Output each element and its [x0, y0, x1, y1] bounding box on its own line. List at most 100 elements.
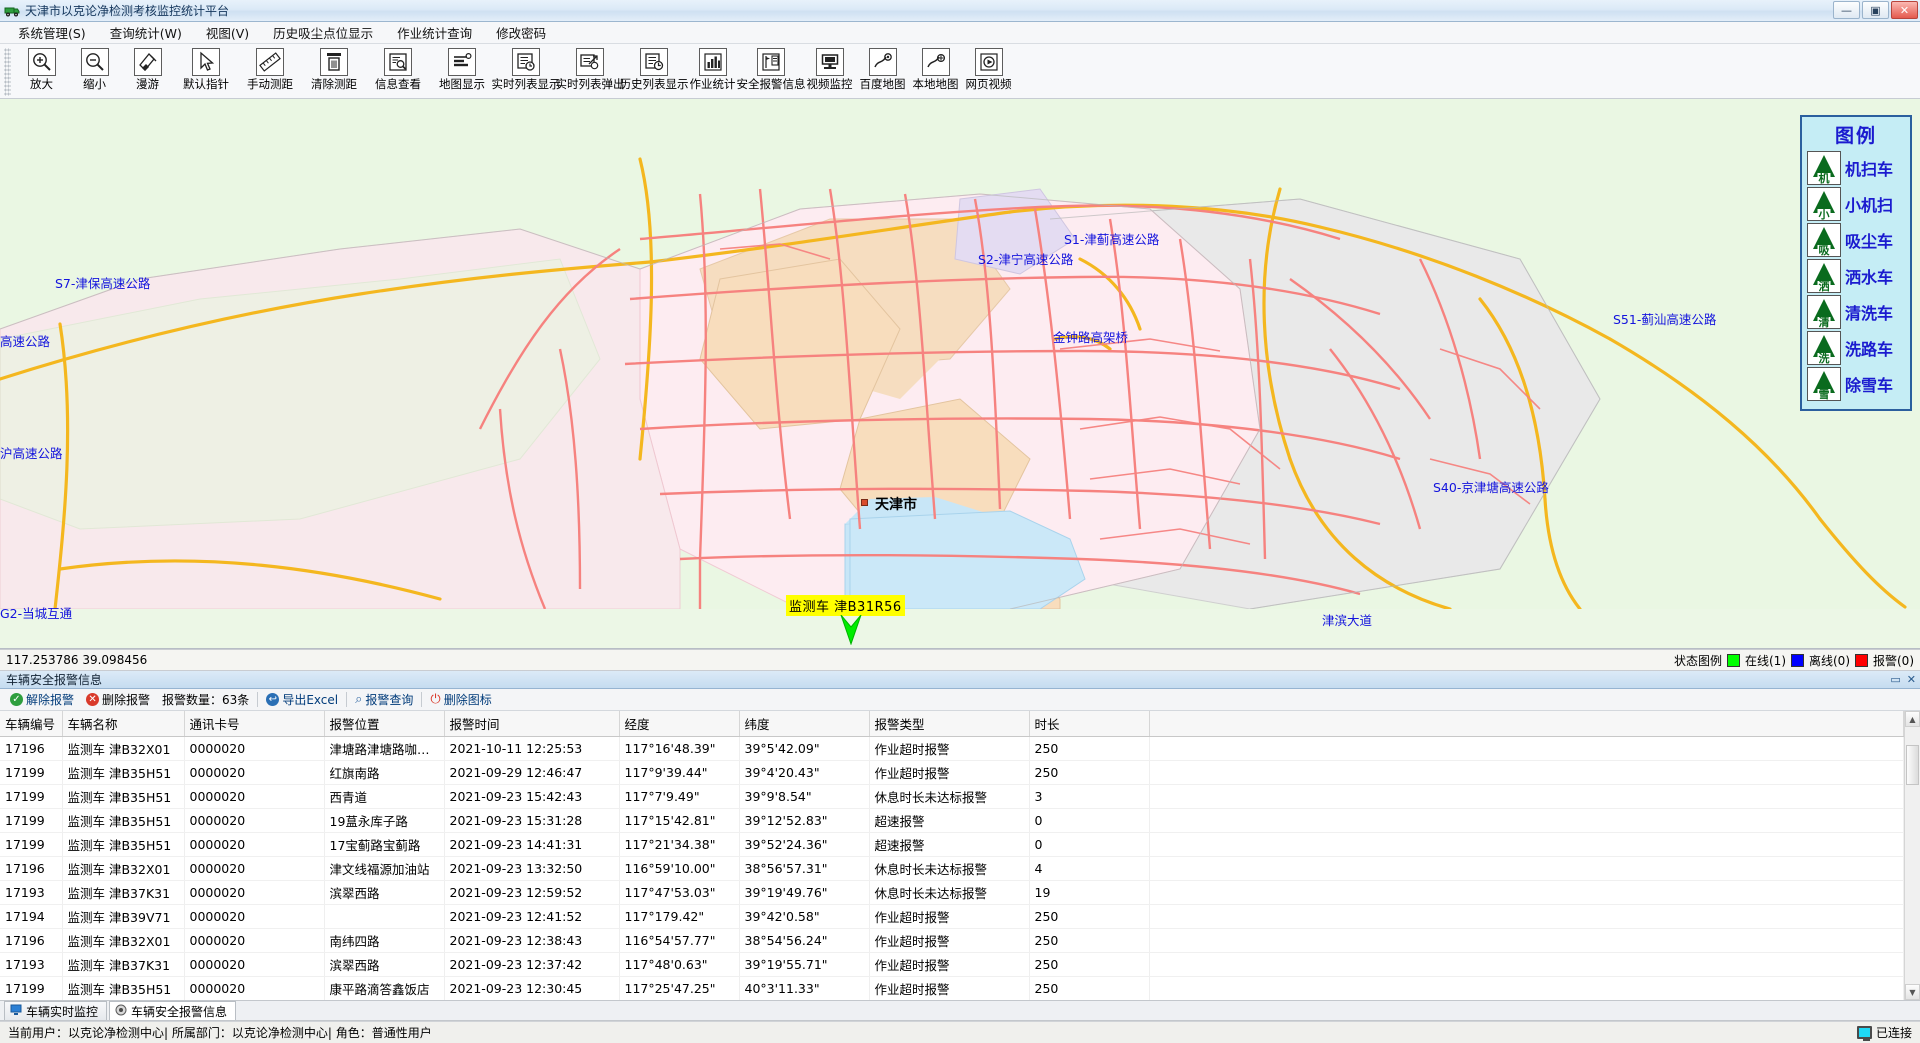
table-row[interactable]: 17196 监测车 津B32X01 0000020 津塘路津塘路咖啡... 2021-1…: [0, 736, 1904, 761]
table-row[interactable]: 17199 监测车 津B35H51 0000020 西青道 2021-09-23 15:…: [0, 784, 1904, 809]
table-row[interactable]: 17199 监测车 津B35H51 0000020 19蒀永库子路 2021-09-23…: [0, 808, 1904, 833]
scroll-thumb[interactable]: [1906, 745, 1919, 785]
table-row[interactable]: 17199 监测车 津B35H51 0000020 康平路滴答鑫饭店 2021-09-2…: [0, 976, 1904, 1000]
connection-status: 已连接: [1856, 1024, 1912, 1041]
col-longitude[interactable]: 经度: [619, 711, 740, 737]
alarm-table-scroll[interactable]: 车辆编号 车辆名称 通讯卡号 报警位置 报警时间 经度 纬度 报警类型 时长 1…: [0, 711, 1904, 1000]
table-row[interactable]: 17196 监测车 津B32X01 0000020 津文线福源加油站 2021-09-2…: [0, 856, 1904, 881]
toolbar-separator: [421, 692, 423, 707]
col-latitude[interactable]: 纬度: [739, 711, 870, 737]
table-row[interactable]: 17199 监测车 津B35H51 0000020 红旗南路 2021-09-29 12…: [0, 760, 1904, 785]
col-extra[interactable]: [1149, 711, 1904, 737]
table-cell-报警类型: 超速报警: [869, 808, 1030, 833]
scroll-down-button[interactable]: ▼: [1905, 984, 1920, 1000]
toolbar-separator: [257, 692, 259, 707]
scroll-up-button[interactable]: ▲: [1905, 711, 1920, 727]
toolbar-zoom-in[interactable]: 放大: [15, 46, 68, 98]
toolbar-zoom-out[interactable]: 缩小: [68, 46, 121, 98]
tab-label: 车辆实时监控: [26, 1004, 99, 1019]
table-cell-extra: [1149, 952, 1904, 977]
delete-alarm-button[interactable]: ✕ 删除报警: [80, 691, 156, 708]
col-alarm-time[interactable]: 报警时间: [444, 711, 620, 737]
table-cell-经度: 117°15'42.81": [619, 808, 740, 833]
legend-item-chuxueche[interactable]: 雪 除雪车: [1807, 367, 1905, 401]
toolbar-clear-measure[interactable]: 清除测距: [302, 46, 366, 98]
table-cell-报警位置: 津塘路津塘路咖啡...: [324, 736, 445, 761]
web-video-icon: [974, 48, 1003, 76]
monitor-tab-icon: [10, 1004, 22, 1019]
table-cell-报警类型: 作业超时报警: [869, 760, 1030, 785]
maximize-button[interactable]: ▣: [1862, 1, 1889, 19]
table-cell-报警位置: 滨翠西路: [324, 952, 445, 977]
export-excel-button[interactable]: ↩ 导出Excel: [260, 691, 344, 708]
col-duration[interactable]: 时长: [1029, 711, 1150, 737]
table-cell-车辆名称: 监测车 津B32X01: [62, 736, 185, 761]
baidu-map-icon: [868, 48, 897, 76]
menu-system[interactable]: 系统管理(S): [6, 21, 98, 44]
col-alarm-type[interactable]: 报警类型: [869, 711, 1030, 737]
table-row[interactable]: 17194 监测车 津B39V71 0000020 2021-09-23 12:41:…: [0, 904, 1904, 929]
table-row[interactable]: 17193 监测车 津B37K31 0000020 滨翠西路 2021-09-23 12…: [0, 952, 1904, 977]
legend-item-label: 小机扫: [1845, 196, 1894, 215]
table-cell-经度: 117°9'39.44": [619, 760, 740, 785]
scroll-track[interactable]: [1905, 727, 1920, 984]
panel-restore-button[interactable]: ▭: [1890, 673, 1900, 686]
alarm-query-button[interactable]: ⌕ 报警查询: [349, 691, 419, 708]
clear-alarm-button[interactable]: ✓ 解除报警: [4, 691, 80, 708]
toolbar-baidu-map[interactable]: 百度地图: [856, 46, 909, 98]
panel-close-button[interactable]: ✕: [1907, 673, 1916, 686]
legend-item-xiluche[interactable]: 洗 洗路车: [1807, 331, 1905, 365]
toolbar-grip[interactable]: [4, 48, 11, 96]
toolbar-work-stats[interactable]: 作业统计: [686, 46, 739, 98]
col-vehicle-name[interactable]: 车辆名称: [62, 711, 185, 737]
col-card-number[interactable]: 通讯卡号: [184, 711, 325, 737]
toolbar-manual-measure[interactable]: 手动测距: [238, 46, 302, 98]
minimize-button[interactable]: —: [1833, 1, 1860, 19]
tab-realtime-monitor[interactable]: 车辆实时监控: [4, 1001, 108, 1020]
table-cell-车辆名称: 监测车 津B35H51: [62, 976, 185, 1000]
close-button[interactable]: ✕: [1891, 1, 1918, 19]
toolbar-realtime-popup[interactable]: 实时列表弹出: [556, 46, 625, 98]
menu-query[interactable]: 查询统计(W): [98, 21, 194, 44]
table-row[interactable]: 17193 监测车 津B37K31 0000020 滨翠西路 2021-09-23 12…: [0, 880, 1904, 905]
delete-icon-button[interactable]: ⏻ 删除图标: [424, 691, 497, 708]
toolbar-video-monitor[interactable]: 视频监控: [803, 46, 856, 98]
table-cell-报警类型: 作业超时报警: [869, 928, 1030, 953]
tab-alarm-info[interactable]: 车辆安全报警信息: [109, 1001, 237, 1020]
col-vehicle-id[interactable]: 车辆编号: [0, 711, 63, 737]
legend-item-jisaoche[interactable]: 机 机扫车: [1807, 151, 1905, 185]
map-area[interactable]: S7-津保高速公路 高速公路 沪高速公路 G2-当城互通 G18-荣乌高速公路 …: [0, 99, 1920, 649]
table-row[interactable]: 17196 监测车 津B32X01 0000020 南纬四路 2021-09-23 12…: [0, 928, 1904, 953]
table-cell-车辆编号: 17193: [0, 880, 63, 905]
table-cell-经度: 116°59'10.00": [619, 856, 740, 881]
toolbar-history-list[interactable]: 历史列表显示: [620, 46, 689, 98]
legend-item-sashuiche[interactable]: 洒 洒水车: [1807, 259, 1905, 293]
toolbar-default-pointer[interactable]: 默认指针: [174, 46, 238, 98]
menu-change-password[interactable]: 修改密码: [484, 21, 558, 44]
toolbar-local-map[interactable]: 本地地图: [909, 46, 962, 98]
connection-label: 已连接: [1875, 1026, 1912, 1040]
toolbar-realtime-list[interactable]: 实时列表显示: [492, 46, 561, 98]
menu-history-dust[interactable]: 历史吸尘点位显示: [261, 21, 385, 44]
toolbar-alarm-info[interactable]: 安全报警信息: [737, 46, 806, 98]
table-vertical-scrollbar[interactable]: ▲ ▼: [1904, 711, 1920, 1000]
vehicle-label[interactable]: 监测车 津B31R56: [786, 595, 905, 616]
table-row[interactable]: 17199 监测车 津B35H51 0000020 17宝蓟路宝蓟路 2021-09-2…: [0, 832, 1904, 857]
toolbar-map-display[interactable]: 地图显示: [430, 46, 494, 98]
table-cell-报警位置: 康平路滴答鑫饭店: [324, 976, 445, 1000]
legend-item-label: 吸尘车: [1845, 232, 1894, 251]
col-alarm-location[interactable]: 报警位置: [324, 711, 445, 737]
legend-item-qingxiche[interactable]: 清 清洗车: [1807, 295, 1905, 329]
menu-work-stats[interactable]: 作业统计查询: [385, 21, 484, 44]
table-cell-经度: 117°179.42": [619, 904, 740, 929]
legend-item-xichenche[interactable]: 吸 吸尘车: [1807, 223, 1905, 257]
current-user-info: 当前用户：以克论净检测中心| 所属部门：以克论净检测中心| 角色：普通性用户: [8, 1026, 432, 1040]
toolbar-label: 手动测距: [247, 77, 293, 91]
toolbar-info-view[interactable]: 信息查看: [366, 46, 430, 98]
menu-view[interactable]: 视图(V): [194, 21, 261, 44]
toolbar-web-video[interactable]: 网页视频: [962, 46, 1015, 98]
toolbar-pan[interactable]: 漫游: [121, 46, 174, 98]
alarm-panel-toolbar: ✓ 解除报警 ✕ 删除报警 报警数量：63条 ↩ 导出Excel ⌕ 报警查询 …: [0, 689, 1920, 711]
legend-item-xiaojisao[interactable]: 小 小机扫: [1807, 187, 1905, 221]
map-canvas[interactable]: S7-津保高速公路 高速公路 沪高速公路 G2-当城互通 G18-荣乌高速公路 …: [0, 99, 1920, 648]
